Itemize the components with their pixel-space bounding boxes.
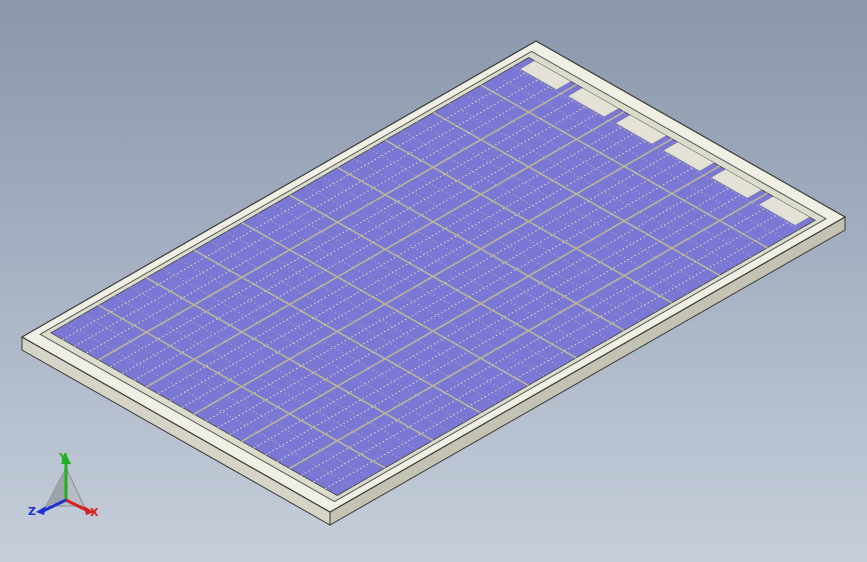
y-axis-label: Y [58,451,68,464]
solar-panel-model[interactable] [0,0,867,562]
graphics-viewport[interactable]: Y X Z [0,0,867,562]
x-axis-label: X [90,506,99,519]
z-axis-label: Z [28,505,36,518]
z-axis-arrow [36,506,46,515]
coordinate-triad: Y X Z [28,451,99,519]
